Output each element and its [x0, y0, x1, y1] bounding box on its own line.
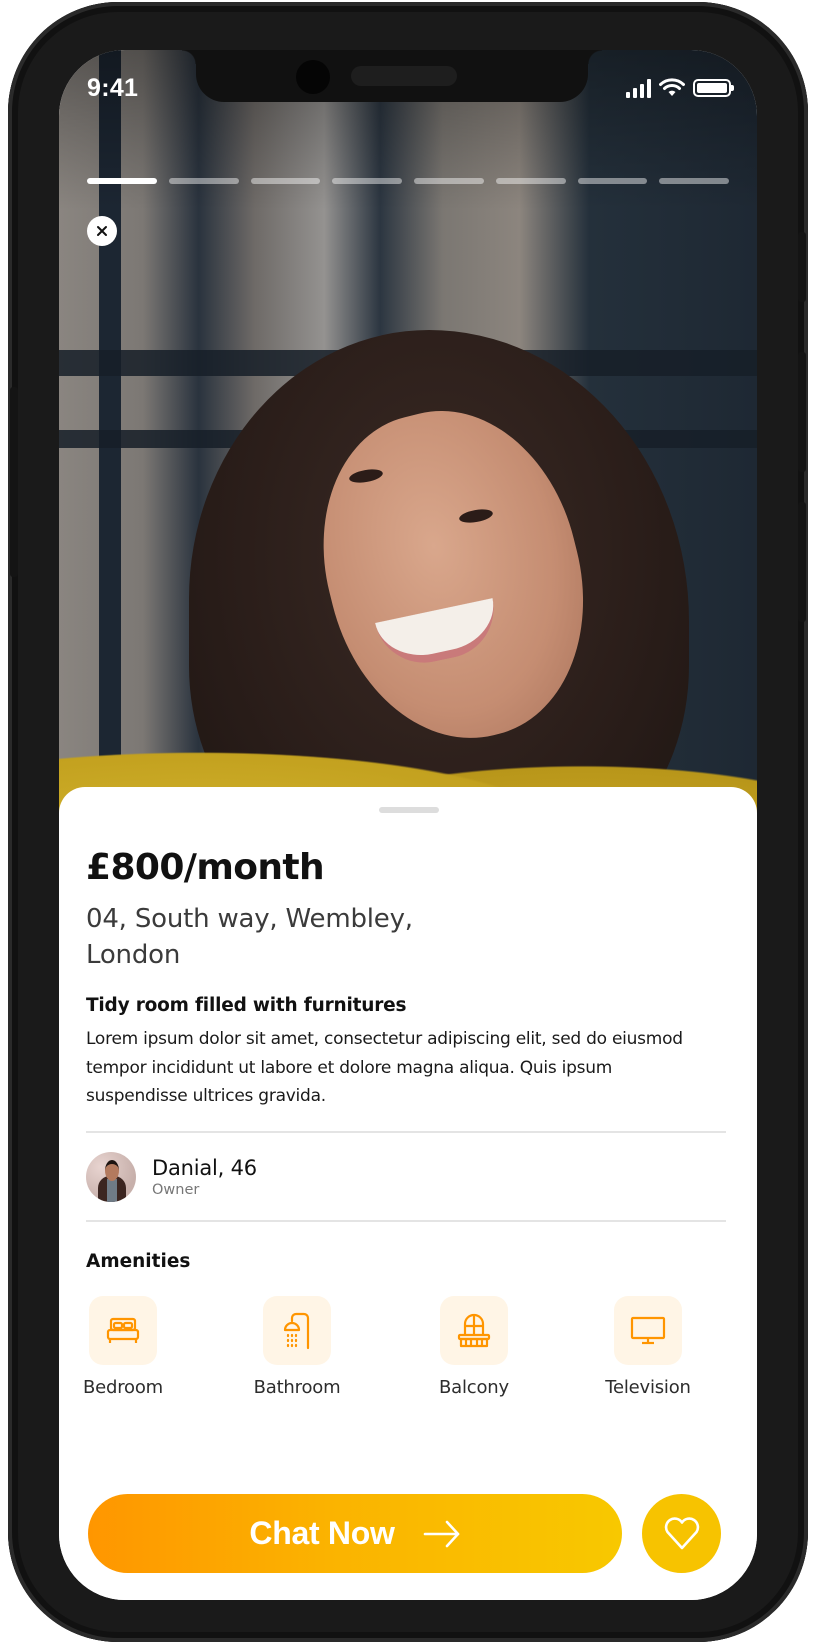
divider [86, 1131, 726, 1133]
camera-icon [296, 60, 330, 94]
chat-now-button[interactable]: Chat Now [88, 1494, 622, 1573]
amenity-tile [440, 1296, 508, 1365]
status-time: 9:41 [87, 74, 139, 102]
details-sheet: £800/month 04, South way, Wembley, Londo… [59, 787, 757, 1600]
chat-now-label: Chat Now [249, 1515, 395, 1551]
app-screen: 9:41 £800/month 04, South way, Wembley, … [59, 50, 757, 1600]
amenities-title: Amenities [86, 1251, 191, 1272]
favorite-button[interactable] [642, 1494, 721, 1573]
divider [86, 1220, 726, 1222]
amenity-television: Television [593, 1296, 703, 1398]
listing-price: £800/month [86, 847, 325, 888]
sheet-drag-handle[interactable] [379, 807, 439, 813]
story-segment [168, 178, 239, 184]
story-segment [332, 178, 402, 184]
amenity-label: Bedroom [82, 1377, 163, 1398]
notch [182, 50, 602, 102]
owner-name: Danial, 46 [152, 1156, 257, 1180]
story-segment [250, 178, 321, 184]
bed-icon [106, 1317, 140, 1343]
story-segment [577, 178, 648, 184]
wifi-icon [659, 78, 685, 96]
amenity-label: Balcony [439, 1377, 509, 1398]
close-icon [97, 226, 107, 236]
shower-icon [283, 1312, 310, 1349]
speaker-grille [351, 66, 457, 86]
owner-row[interactable]: Danial, 46 Owner [86, 1152, 257, 1202]
side-button [10, 387, 18, 577]
description-text: Lorem ipsum dolor sit amet, consectetur … [86, 1029, 683, 1106]
arrow-right-icon [423, 1520, 459, 1547]
amenity-bathroom: Bathroom [242, 1296, 352, 1398]
owner-avatar[interactable] [86, 1152, 136, 1202]
balcony-icon [457, 1313, 491, 1347]
owner-role: Owner [152, 1182, 200, 1198]
amenity-label: Bathroom [253, 1377, 341, 1398]
heart-icon [664, 1516, 699, 1549]
status-icons [626, 78, 734, 98]
close-button[interactable] [87, 216, 117, 246]
description-title: Tidy room filled with furnitures [86, 995, 407, 1016]
owner-info: Danial, 46 Owner [152, 1156, 257, 1198]
story-progress [87, 178, 729, 184]
television-icon [630, 1316, 666, 1344]
listing-address: 04, South way, Wembley, London [86, 904, 413, 970]
story-segment [414, 178, 484, 184]
battery-icon [693, 79, 734, 97]
amenity-balcony: Balcony [419, 1296, 529, 1398]
story-segment [495, 178, 566, 184]
cellular-signal-icon [626, 78, 651, 98]
story-segment [659, 178, 729, 184]
volume-up-button [798, 352, 806, 472]
amenity-tile [263, 1296, 331, 1365]
amenity-tile [614, 1296, 682, 1365]
side-button [798, 232, 806, 302]
amenity-label: Television [605, 1377, 691, 1398]
story-segment-active [87, 178, 157, 184]
amenity-bedroom: Bedroom [68, 1296, 178, 1398]
amenity-tile [89, 1296, 157, 1365]
volume-down-button [798, 502, 806, 622]
